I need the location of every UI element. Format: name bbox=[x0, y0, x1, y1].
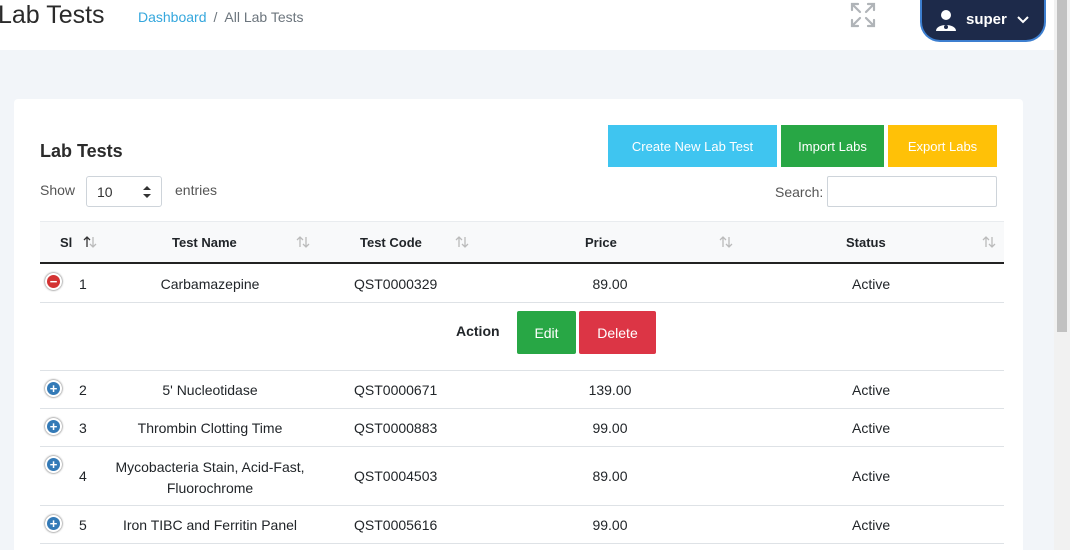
show-label: Show bbox=[40, 182, 76, 198]
column-header-sl[interactable]: Sl bbox=[60, 222, 72, 263]
breadcrumb-current: All Lab Tests bbox=[224, 9, 304, 25]
sort-icon[interactable] bbox=[982, 235, 996, 249]
cell-test-code: QST0000671 bbox=[354, 382, 438, 398]
fullscreen-icon[interactable] bbox=[850, 2, 876, 28]
select-arrows-icon bbox=[143, 185, 151, 199]
expand-row-icon[interactable]: + bbox=[45, 456, 62, 473]
cell-price: 139.00 bbox=[588, 382, 632, 398]
user-menu-button[interactable]: super bbox=[920, 0, 1046, 42]
table-row[interactable]: + 4 Mycobacteria Stain, Acid-Fast, Fluor… bbox=[40, 447, 1004, 506]
cell-test-name: 5' Nucleotidase bbox=[162, 382, 258, 398]
cell-test-name-line: Mycobacteria Stain, Acid-Fast, bbox=[115, 459, 305, 475]
lab-tests-card: Lab Tests Create New Lab Test Import Lab… bbox=[14, 99, 1023, 550]
column-header-test-code[interactable]: Test Code bbox=[360, 222, 422, 263]
cell-sl: 4 bbox=[79, 468, 87, 484]
entries-select-value: 10 bbox=[97, 183, 113, 200]
row-actions: Action Edit Delete bbox=[40, 303, 1004, 371]
cell-sl: 3 bbox=[79, 420, 87, 436]
cell-test-name: Mycobacteria Stain, Acid-Fast, Fluorochr… bbox=[110, 457, 310, 499]
create-lab-test-button[interactable]: Create New Lab Test bbox=[608, 125, 777, 167]
page-title: Lab Tests bbox=[0, 1, 105, 29]
delete-button[interactable]: Delete bbox=[579, 311, 656, 354]
export-labs-button[interactable]: Export Labs bbox=[888, 125, 997, 167]
edit-button[interactable]: Edit bbox=[517, 311, 576, 354]
cell-price: 89.00 bbox=[592, 468, 628, 484]
cell-price: 99.00 bbox=[592, 420, 628, 436]
action-label: Action bbox=[456, 323, 500, 339]
cell-status: Active bbox=[852, 420, 891, 436]
cell-status: Active bbox=[852, 382, 891, 398]
cell-test-name: Carbamazepine bbox=[160, 276, 260, 292]
cell-test-code: QST0000883 bbox=[354, 420, 438, 436]
cell-sl: 1 bbox=[79, 276, 87, 292]
cell-test-name: Thrombin Clotting Time bbox=[137, 420, 283, 436]
cell-price: 89.00 bbox=[592, 276, 628, 292]
column-header-price[interactable]: Price bbox=[585, 222, 617, 263]
table-header: Sl Test Name Test Code Price Status bbox=[40, 221, 1004, 264]
collapse-row-icon[interactable]: − bbox=[45, 273, 62, 290]
sort-asc-icon[interactable] bbox=[83, 235, 97, 249]
table-row[interactable]: + 3 Thrombin Clotting Time QST0000883 99… bbox=[40, 409, 1004, 447]
breadcrumb-dashboard-link[interactable]: Dashboard bbox=[138, 8, 207, 26]
expand-row-icon[interactable]: + bbox=[45, 515, 62, 532]
top-header: Lab Tests Dashboard / All Lab Tests supe… bbox=[0, 0, 1054, 50]
cell-test-name: Iron TIBC and Ferritin Panel bbox=[122, 517, 298, 533]
expand-row-icon[interactable]: + bbox=[45, 418, 62, 435]
cell-status: Active bbox=[852, 276, 891, 292]
import-labs-button[interactable]: Import Labs bbox=[781, 125, 884, 167]
search-input[interactable] bbox=[827, 176, 997, 207]
breadcrumb: Dashboard / All Lab Tests bbox=[138, 8, 304, 26]
column-header-test-name[interactable]: Test Name bbox=[172, 222, 237, 263]
sort-icon[interactable] bbox=[455, 235, 469, 249]
cell-status: Active bbox=[852, 517, 891, 533]
cell-test-code: QST0000329 bbox=[354, 276, 438, 292]
sort-icon[interactable] bbox=[296, 235, 310, 249]
cell-sl: 2 bbox=[79, 382, 87, 398]
doctor-avatar-icon bbox=[934, 8, 958, 32]
table-row[interactable]: + 2 5' Nucleotidase QST0000671 139.00 Ac… bbox=[40, 371, 1004, 409]
chevron-down-icon bbox=[1017, 11, 1029, 29]
entries-select[interactable]: 10 bbox=[86, 176, 162, 207]
cell-status: Active bbox=[852, 468, 891, 484]
breadcrumb-separator: / bbox=[213, 9, 218, 25]
cell-test-code: QST0005616 bbox=[354, 517, 438, 533]
cell-test-name-line: Fluorochrome bbox=[166, 480, 254, 496]
table-row[interactable]: + 5 Iron TIBC and Ferritin Panel QST0005… bbox=[40, 506, 1004, 544]
cell-price: 99.00 bbox=[592, 517, 628, 533]
cell-sl: 5 bbox=[79, 517, 87, 533]
page-scrollbar[interactable] bbox=[1054, 0, 1070, 550]
table-row[interactable]: − 1 Carbamazepine QST0000329 89.00 Activ… bbox=[40, 264, 1004, 303]
sort-icon[interactable] bbox=[719, 235, 733, 249]
column-header-status[interactable]: Status bbox=[846, 222, 886, 263]
cell-test-code: QST0004503 bbox=[354, 468, 438, 484]
scrollbar-thumb[interactable] bbox=[1057, 0, 1067, 332]
search-label: Search: bbox=[775, 184, 824, 200]
expand-row-icon[interactable]: + bbox=[45, 380, 62, 397]
entries-label: entries bbox=[175, 182, 218, 198]
card-title: Lab Tests bbox=[40, 141, 123, 161]
user-name: super bbox=[966, 10, 1007, 28]
